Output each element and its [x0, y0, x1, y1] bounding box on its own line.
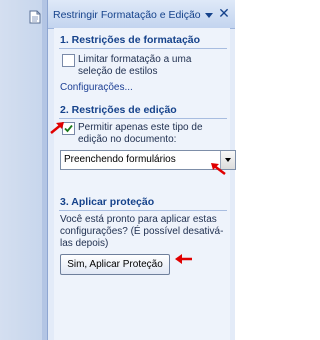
dropdown-arrow-icon[interactable]	[203, 10, 215, 20]
taskpane-header: Restringir Formatação e Edição ✕	[48, 0, 235, 29]
allow-editing-label: Permitir apenas este tipo de edição no d…	[78, 122, 203, 145]
taskpane-title: Restringir Formatação e Edição	[53, 9, 201, 21]
section-divider	[59, 118, 227, 119]
close-icon[interactable]: ✕	[217, 6, 231, 20]
section-formatting-title: 1. Restrições de formatação	[60, 34, 201, 46]
annotation-arrow-icon	[211, 163, 226, 175]
annotation-arrow-icon	[175, 254, 192, 264]
annotation-arrow-icon	[50, 122, 64, 134]
section-divider	[59, 48, 227, 49]
apply-description: Você está pronto para aplicar estas conf…	[60, 214, 224, 249]
section-apply-title: 3. Aplicar proteção	[60, 196, 155, 208]
settings-link[interactable]: Configurações...	[60, 82, 133, 93]
apply-protection-button[interactable]: Sim, Aplicar Proteção	[60, 254, 170, 275]
section-editing-title: 2. Restrições de edição	[60, 104, 177, 116]
limit-formatting-checkbox[interactable]	[62, 54, 75, 67]
document-icon	[29, 10, 41, 24]
section-divider	[59, 210, 227, 211]
editing-type-value: Preenchendo formulários	[64, 154, 176, 165]
taskpane-content: 1. Restrições de formatação Limitar form…	[54, 28, 236, 340]
limit-formatting-label: Limitar formatação a uma seleção de esti…	[78, 54, 192, 77]
document-margin-strip	[0, 0, 47, 340]
